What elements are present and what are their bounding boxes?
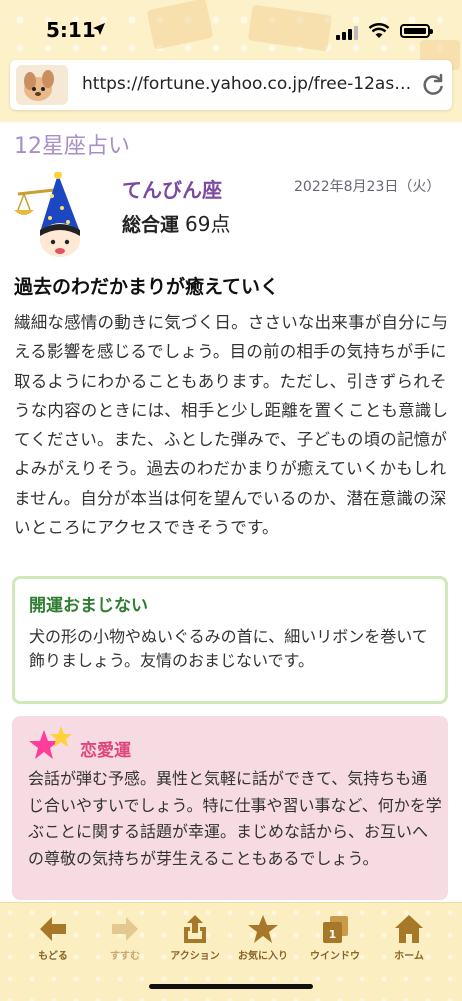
overall-score: 69点: [185, 212, 231, 236]
love-fortune-text: 会話が弾む予感。異性と気軽に話ができて、気持ちも通じ合いやすいでしょう。特に仕事…: [28, 769, 442, 868]
home-label: ホーム: [394, 951, 424, 962]
wifi-icon: [368, 23, 390, 38]
home-button[interactable]: ホーム: [372, 913, 446, 962]
page-title: 12星座占い: [14, 134, 130, 159]
reload-icon[interactable]: [420, 72, 446, 98]
url-text[interactable]: https://fortune.yahoo.co.jp/free-12astr.…: [82, 74, 412, 94]
star-icon: [29, 726, 72, 759]
forward-label: すすむ: [110, 951, 140, 962]
star-icon: [248, 915, 278, 943]
window-label: ウインドウ: [310, 951, 360, 962]
back-button[interactable]: もどる: [16, 913, 90, 962]
cellular-signal-icon: [336, 26, 358, 40]
favorite-label: お気に入り: [238, 951, 288, 962]
overall-fortune: 総合運 69点: [122, 208, 230, 237]
back-label: もどる: [38, 951, 68, 962]
lucky-charm-title: 開運おまじない: [29, 596, 148, 616]
libra-character-icon: [14, 172, 80, 257]
avatar: [16, 65, 68, 105]
love-fortune-box: 恋愛運 会話が弾む予感。異性と気軽に話ができて、気持ちも通じ合いやすいでしょう。…: [12, 716, 448, 900]
forward-button[interactable]: すすむ: [88, 913, 162, 962]
address-bar[interactable]: https://fortune.yahoo.co.jp/free-12astr.…: [10, 60, 452, 110]
lucky-charm-text: 犬の形の小物やぬいぐるみの首に、細いリボンを巻いて飾りましょう。友情のおまじない…: [29, 627, 428, 670]
home-icon: [395, 915, 423, 943]
fortune-date: 2022年8月23日（火）: [294, 179, 441, 195]
action-label: アクション: [170, 951, 220, 962]
arrow-left-icon: [40, 917, 66, 941]
location-arrow-icon: [93, 23, 105, 35]
lucky-charm-box: 開運おまじない 犬の形の小物やぬいぐるみの首に、細いリボンを巻いて飾りましょう。…: [12, 576, 448, 704]
window-count: 1: [329, 928, 337, 941]
overall-label: 総合運: [122, 214, 180, 236]
window-button[interactable]: 1 ウインドウ: [298, 913, 372, 962]
love-fortune-title: 恋愛運: [80, 741, 131, 761]
status-bar: 5:11: [0, 0, 462, 58]
zodiac-sign-name: てんびん座: [122, 178, 222, 202]
fortune-body: 繊細な感情の動きに気づく日。ささいな出来事が自分に与える影響を感じるでしょう。目…: [14, 313, 449, 538]
battery-icon: [400, 24, 433, 38]
share-icon: [184, 915, 206, 943]
favorite-button[interactable]: お気に入り: [226, 913, 300, 962]
site-character-icon: [24, 70, 54, 101]
fortune-headline: 過去のわだかまりが癒えていく: [14, 276, 280, 298]
windows-icon: 1: [323, 916, 348, 943]
action-button[interactable]: アクション: [158, 913, 232, 962]
home-indicator[interactable]: [149, 984, 313, 989]
status-time: 5:11: [46, 18, 96, 42]
arrow-right-icon: [112, 917, 138, 941]
